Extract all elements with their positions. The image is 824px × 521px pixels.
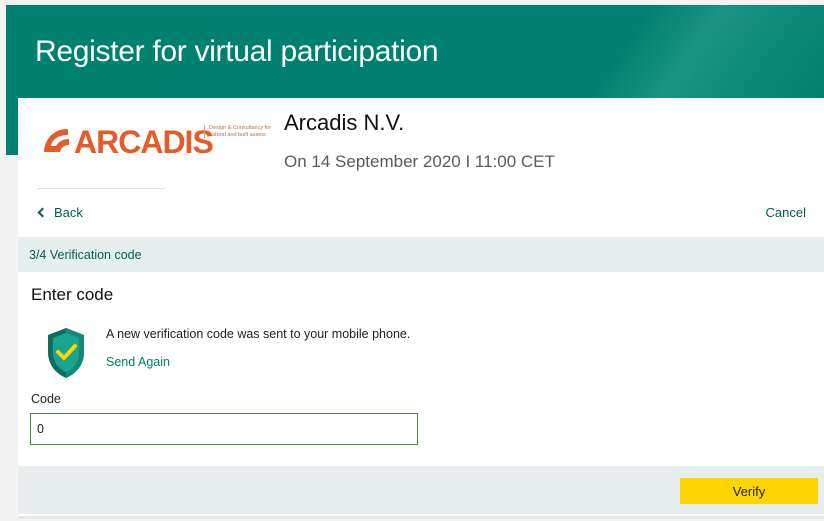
logo-tagline: Design & Consultancy for natural and bui… xyxy=(204,125,279,138)
page-title: Register for virtual participation xyxy=(35,35,439,68)
back-label: Back xyxy=(54,205,83,220)
step-label: 3/4 Verification code xyxy=(29,248,142,262)
arcadis-logo-mark-icon xyxy=(44,129,69,152)
form-footer: Verify xyxy=(18,466,824,514)
section-title: Enter code xyxy=(31,285,114,304)
chevron-left-icon xyxy=(37,207,48,218)
verification-message: A new verification code was sent to your… xyxy=(106,327,411,341)
cancel-link[interactable]: Cancel xyxy=(766,205,806,220)
company-name: Arcadis N.V. xyxy=(284,110,405,135)
arcadis-logo: ARCADIS Design & Consultancy for natural… xyxy=(42,120,274,160)
code-input[interactable] xyxy=(30,413,418,445)
logo-divider xyxy=(37,188,165,189)
event-date: On 14 September 2020 I 11:00 CET xyxy=(284,152,555,171)
card-bottom-border xyxy=(18,516,824,519)
send-again-link[interactable]: Send Again xyxy=(106,355,170,369)
shield-check-icon xyxy=(48,328,84,378)
verify-button[interactable]: Verify xyxy=(680,478,818,504)
logo-wordmark: ARCADIS xyxy=(74,124,214,160)
code-label: Code xyxy=(31,392,61,406)
registration-card: ARCADIS Design & Consultancy for natural… xyxy=(18,98,824,516)
step-indicator: 3/4 Verification code xyxy=(18,237,824,272)
back-link[interactable]: Back xyxy=(37,205,83,220)
